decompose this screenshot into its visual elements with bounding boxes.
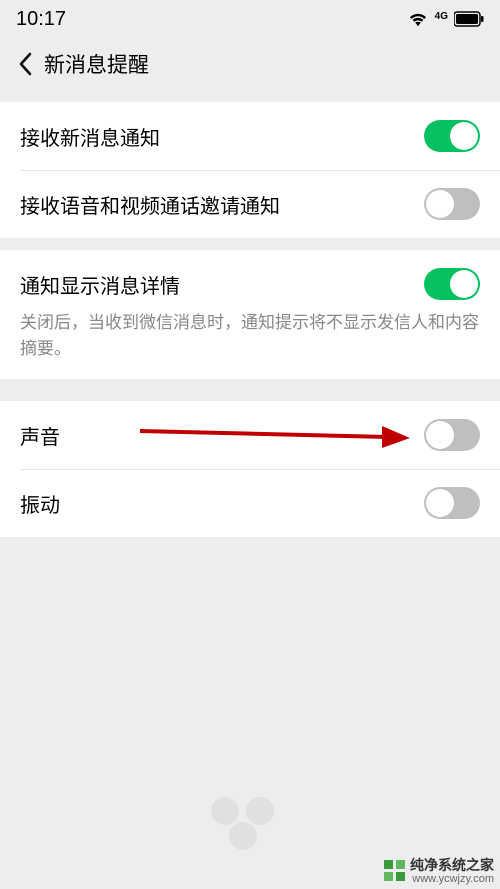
row-label: 振动 [20, 489, 60, 518]
toggle-receive-new-messages[interactable] [424, 120, 480, 152]
toggle-show-message-detail[interactable] [424, 268, 480, 300]
row-sound: 声音 [0, 401, 500, 469]
status-time: 10:17 [16, 8, 66, 31]
chevron-left-icon [18, 52, 32, 76]
back-button[interactable] [10, 49, 40, 79]
section-gap [0, 238, 500, 250]
row-desc: 关闭后，当收到微信消息时，通知提示将不显示发信人和内容摘要。 [0, 310, 500, 379]
desc-text: 关闭后，当收到微信消息时，通知提示将不显示发信人和内容摘要。 [20, 310, 480, 361]
watermark-brand: 纯净系统之家 [410, 858, 494, 873]
watermark-url: www.ycwjzy.com [412, 873, 494, 885]
row-show-message-detail: 通知显示消息详情 [0, 250, 500, 310]
status-icons: 4G [407, 10, 484, 28]
row-receive-call-invites: 接收语音和视频通话邀请通知 [0, 170, 500, 238]
watermark: 纯净系统之家 www.ycwjzy.com [384, 858, 494, 885]
network-type: 4G [435, 12, 448, 22]
header: 新消息提醒 [0, 38, 500, 90]
section-gap [0, 90, 500, 102]
status-bar: 10:17 4G [0, 0, 500, 38]
wifi-icon [407, 10, 429, 28]
row-vibrate: 振动 [0, 469, 500, 537]
row-label: 接收新消息通知 [20, 122, 160, 151]
toggle-sound[interactable] [424, 419, 480, 451]
page-title: 新消息提醒 [44, 49, 149, 79]
row-label: 通知显示消息详情 [20, 270, 180, 299]
row-label: 声音 [20, 421, 60, 450]
battery-icon [454, 11, 484, 27]
watermark-brand-icon [384, 860, 406, 882]
watermark-logo-icon [205, 791, 295, 861]
toggle-receive-call-invites[interactable] [424, 188, 480, 220]
row-receive-new-messages: 接收新消息通知 [0, 102, 500, 170]
section-gap [0, 379, 500, 401]
toggle-vibrate[interactable] [424, 487, 480, 519]
row-label: 接收语音和视频通话邀请通知 [20, 190, 280, 219]
